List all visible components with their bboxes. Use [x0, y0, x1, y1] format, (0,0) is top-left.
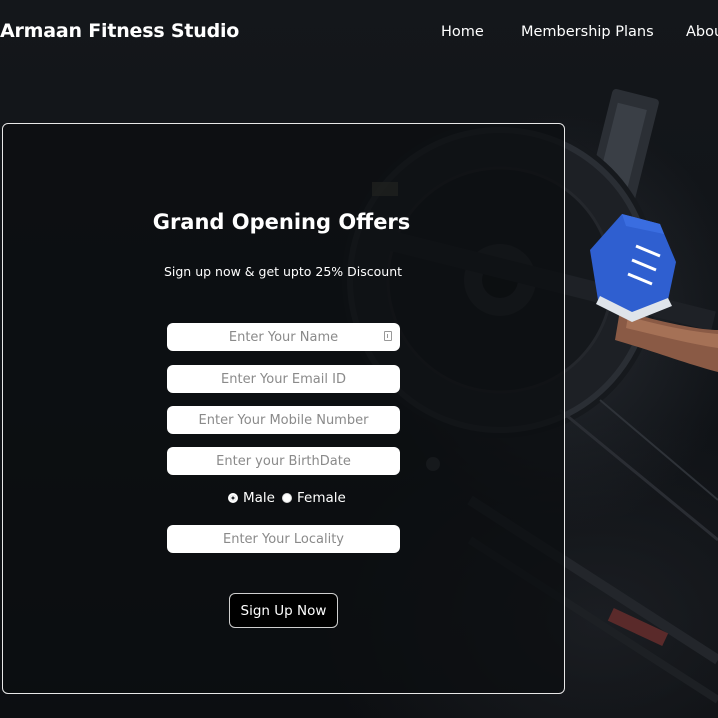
female-radio-label[interactable]: Female — [297, 490, 346, 506]
locality-input[interactable] — [167, 525, 400, 553]
female-radio[interactable] — [281, 493, 292, 503]
name-input[interactable] — [167, 323, 400, 351]
page: Armaan Fitness Studio Home Membership Pl… — [0, 0, 718, 718]
nav-link-membership-plans[interactable]: Membership Plans — [521, 24, 654, 40]
site-brand[interactable]: Armaan Fitness Studio — [0, 20, 239, 42]
sign-up-button[interactable]: Sign Up Now — [229, 593, 338, 628]
email-input[interactable] — [167, 365, 400, 393]
male-radio[interactable] — [228, 493, 238, 503]
nav-link-home[interactable]: Home — [441, 24, 484, 40]
birthdate-input[interactable] — [167, 447, 400, 475]
offer-subtitle: Sign up now & get upto 25% Discount — [163, 264, 403, 279]
gender-radio-group: Male Female — [228, 490, 353, 506]
nav-link-about[interactable]: About — [686, 24, 718, 40]
mobile-number-input[interactable] — [167, 406, 400, 434]
male-radio-label[interactable]: Male — [243, 490, 275, 506]
autofill-contact-icon[interactable] — [384, 331, 392, 341]
offer-title: Grand Opening Offers — [152, 210, 411, 234]
